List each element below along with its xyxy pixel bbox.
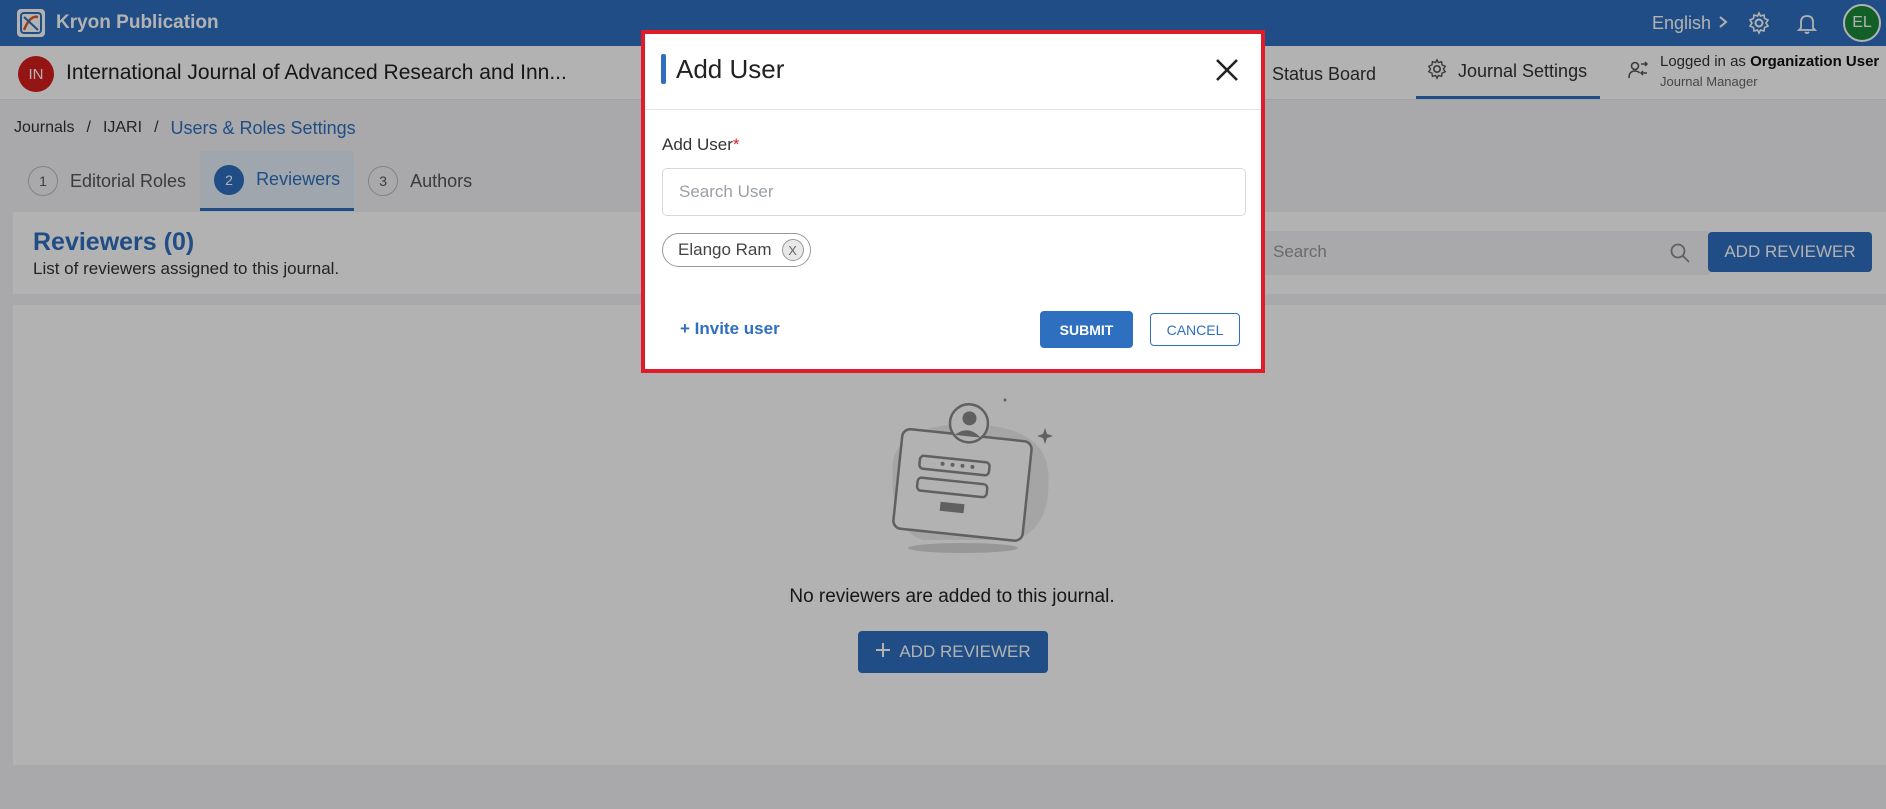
submit-button[interactable]: SUBMIT (1040, 311, 1133, 348)
search-user-input[interactable] (662, 168, 1246, 216)
selected-user-chip: Elango Ram X (662, 233, 811, 267)
modal-title-accent (661, 54, 666, 84)
close-icon[interactable] (1213, 56, 1241, 84)
required-marker: * (732, 135, 740, 154)
add-user-field-label: Add User* (662, 135, 740, 155)
add-user-modal: Add User Add User* Elango Ram X + Invite… (641, 30, 1265, 373)
cancel-button[interactable]: CANCEL (1150, 313, 1240, 346)
modal-header: Add User (645, 34, 1261, 110)
invite-user-link[interactable]: + Invite user (680, 319, 780, 339)
selected-user-name: Elango Ram (678, 240, 772, 259)
modal-title: Add User (676, 54, 785, 84)
add-user-label-text: Add User (662, 135, 733, 154)
remove-chip-icon[interactable]: X (781, 239, 804, 261)
